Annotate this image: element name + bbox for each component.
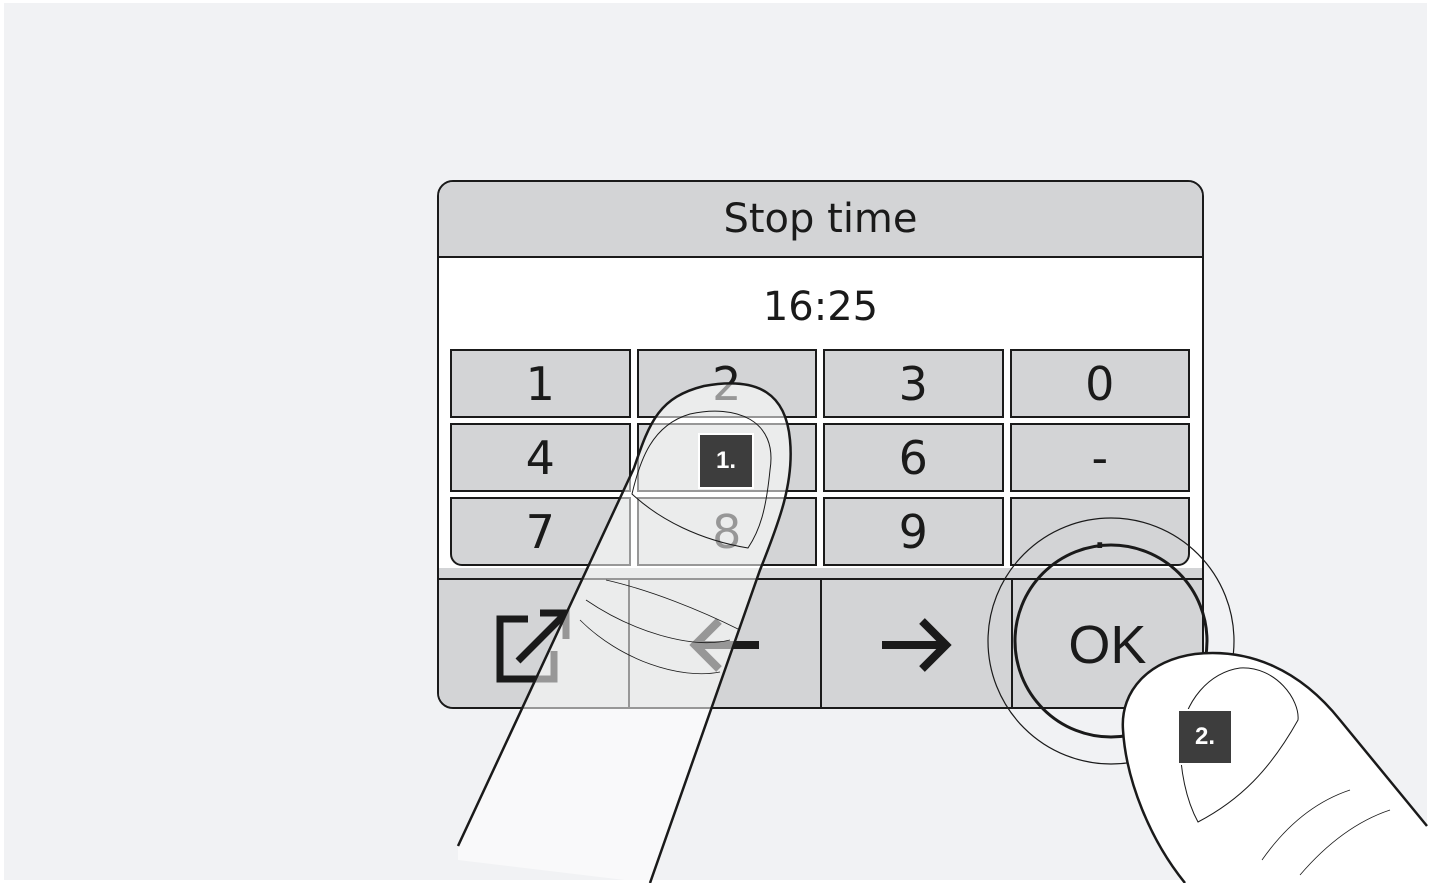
- arrow-right-icon: [882, 617, 952, 672]
- key-4[interactable]: 4: [450, 423, 631, 492]
- key-0[interactable]: 0: [1009, 349, 1190, 418]
- action-bar: OK: [439, 578, 1202, 707]
- ok-button-label: OK: [1068, 614, 1147, 675]
- key-8[interactable]: 8: [636, 497, 817, 566]
- key-3[interactable]: 3: [823, 349, 1004, 418]
- arrow-left-icon: [689, 617, 759, 672]
- step-1-badge: 1.: [698, 433, 754, 489]
- ok-button[interactable]: OK: [1012, 580, 1202, 707]
- time-value: 16:25: [762, 284, 879, 330]
- dialog-title: Stop time: [439, 182, 1202, 258]
- numeric-keypad: 1 2 3 0 4 5 6 - 7 8 9 .: [450, 349, 1190, 569]
- export-button[interactable]: [439, 580, 631, 707]
- forward-button[interactable]: [821, 580, 1013, 707]
- key-1[interactable]: 1: [450, 349, 631, 418]
- export-icon: [496, 609, 570, 682]
- key-dot[interactable]: .: [1009, 497, 1190, 566]
- key-6[interactable]: 6: [823, 423, 1004, 492]
- key-minus[interactable]: -: [1009, 423, 1190, 492]
- key-7[interactable]: 7: [450, 497, 631, 566]
- step-2-badge: 2.: [1177, 709, 1233, 765]
- back-button[interactable]: [630, 580, 822, 707]
- stop-time-dialog: Stop time 16:25 1 2 3 0 4 5 6 - 7 8 9 .: [437, 180, 1204, 709]
- key-2[interactable]: 2: [636, 349, 817, 418]
- key-9[interactable]: 9: [823, 497, 1004, 566]
